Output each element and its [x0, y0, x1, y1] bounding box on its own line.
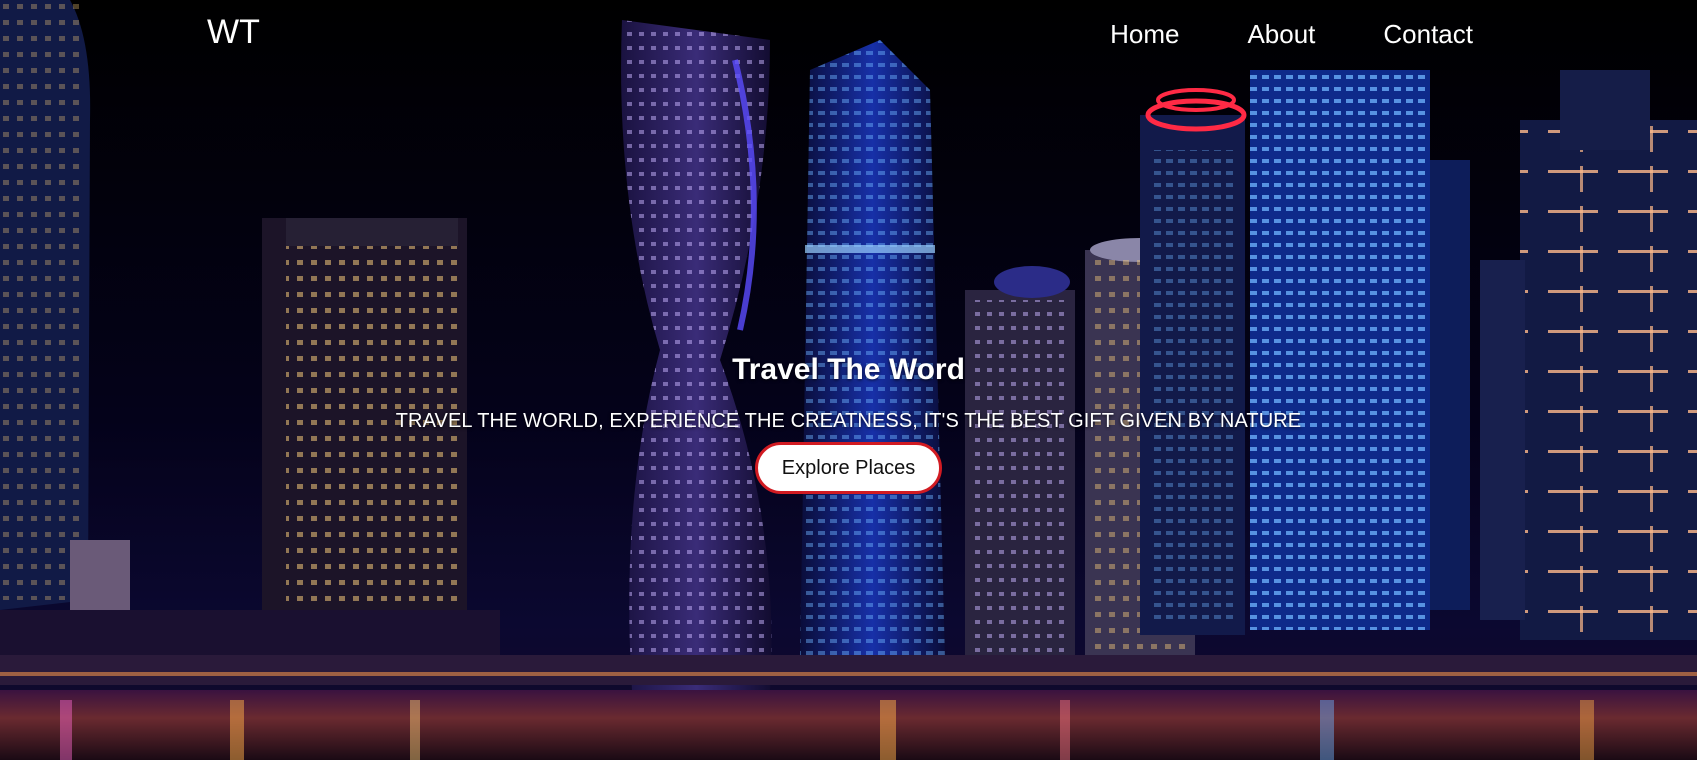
- hero-subtitle: TRAVEL THE WORLD, EXPERIENCE THE CREATNE…: [395, 410, 1302, 432]
- hero-section: WT Home About Contact Travel The Word TR…: [0, 0, 1697, 760]
- explore-places-button[interactable]: Explore Places: [754, 442, 943, 494]
- logo[interactable]: WT: [207, 12, 260, 52]
- hero-content: Travel The Word TRAVEL THE WORLD, EXPERI…: [0, 350, 1697, 494]
- nav-contact-link[interactable]: Contact: [1383, 16, 1473, 52]
- main-nav: Home About Contact: [1110, 16, 1473, 52]
- hero-title: Travel The Word: [732, 353, 965, 386]
- nav-about-link[interactable]: About: [1247, 16, 1315, 52]
- nav-home-link[interactable]: Home: [1110, 16, 1179, 52]
